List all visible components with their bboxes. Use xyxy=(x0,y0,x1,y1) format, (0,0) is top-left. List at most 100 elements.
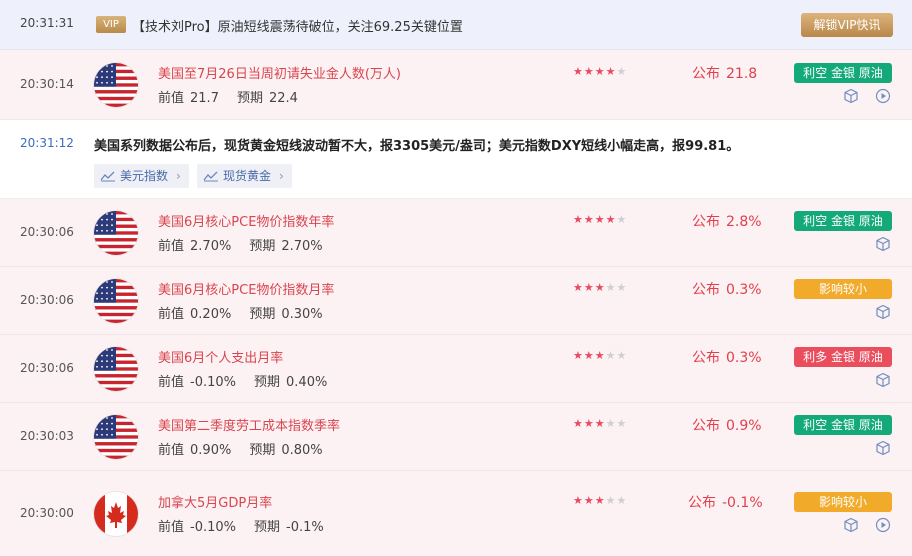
actual-number: 0.3% xyxy=(726,282,762,298)
chevron-right-icon: › xyxy=(279,169,284,183)
expected-label: 预期 xyxy=(236,91,263,106)
star-icon: ★ xyxy=(594,417,606,430)
star-icon: ★ xyxy=(573,65,584,78)
star-icon: ★ xyxy=(583,281,595,294)
data-time: 20:30:00 xyxy=(20,506,74,520)
star-icon: ★ xyxy=(583,349,595,362)
vip-flash-row[interactable]: 20:31:31 VIP 【技术刘Pro】原油短线震荡待破位，关注69.25关键… xyxy=(0,0,912,50)
previous-label: 前值 xyxy=(158,239,185,254)
indicator-title[interactable]: 美国至7月26日当周初请失业金人数(万人) xyxy=(158,63,401,82)
economic-data-row[interactable]: 20:30:14 美国至7月26日当周初请失业金人数(万人) 前值 21.7 预期 22.… xyxy=(0,50,912,120)
importance-stars: ★★★★★ xyxy=(573,281,627,294)
indicator-title[interactable]: 美国6月个人支出月率 xyxy=(158,347,283,366)
impact-badge: 影响较小 xyxy=(794,492,892,512)
data-time: 20:30:06 xyxy=(20,361,74,375)
previous-label: 前值 xyxy=(158,443,185,458)
actual-label: 公布 xyxy=(688,495,716,511)
trend-icon xyxy=(203,171,218,182)
actual-label: 公布 xyxy=(692,66,720,82)
star-icon: ★ xyxy=(616,417,628,430)
canada-flag xyxy=(94,492,138,536)
economic-data-row[interactable]: 20:30:00 加拿大5月GDP月率 前值 -0.10% 预期 -0.1% ★★★★★ 公布… xyxy=(0,471,912,556)
actual-value: 公布 0.9% xyxy=(692,415,762,435)
importance-stars: ★★★★★ xyxy=(573,65,627,78)
star-icon: ★ xyxy=(583,417,595,430)
star-icon: ★ xyxy=(594,213,606,226)
news-flash-row[interactable]: 20:31:12 美国系列数据公布后，现货黄金短线波动暂不大，报3305美元/盎… xyxy=(0,120,912,199)
us-flag xyxy=(94,63,138,107)
us-flag xyxy=(94,415,138,459)
expected-value: 22.4 xyxy=(268,91,298,106)
trend-icon xyxy=(100,171,115,182)
flash-time: 20:31:31 xyxy=(20,16,74,30)
actual-value: 公布 0.3% xyxy=(692,279,762,299)
actual-value: 公布 21.8 xyxy=(692,63,757,83)
previous-label: 前值 xyxy=(158,307,185,322)
star-icon: ★ xyxy=(616,281,628,294)
actual-number: -0.1% xyxy=(722,495,763,511)
actual-label: 公布 xyxy=(692,350,720,366)
actual-number: 2.8% xyxy=(726,214,762,230)
play-icon[interactable] xyxy=(875,88,891,104)
unlock-vip-button[interactable]: 解锁VIP快讯 xyxy=(801,13,893,37)
cube-icon[interactable] xyxy=(843,88,859,104)
star-icon: ★ xyxy=(583,494,595,507)
star-icon: ★ xyxy=(605,417,617,430)
cube-icon[interactable] xyxy=(875,236,891,252)
indicator-title[interactable]: 美国6月核心PCE物价指数年率 xyxy=(158,211,334,230)
data-time: 20:30:03 xyxy=(20,429,74,443)
economic-data-row[interactable]: 20:30:03 美国第二季度劳工成本指数季率 前值 0.90% 预期 0.80% ★★★★… xyxy=(0,403,912,471)
vip-flash-text[interactable]: 【技术刘Pro】原油短线震荡待破位，关注69.25关键位置 xyxy=(132,16,463,35)
expected-label: 预期 xyxy=(254,520,281,535)
star-icon: ★ xyxy=(616,494,628,507)
cube-icon[interactable] xyxy=(875,440,891,456)
us-flag xyxy=(94,347,138,391)
indicator-title[interactable]: 加拿大5月GDP月率 xyxy=(158,492,272,511)
us-flag xyxy=(94,279,138,323)
actual-value: 公布 2.8% xyxy=(692,211,762,231)
star-icon: ★ xyxy=(605,213,617,226)
previous-value: 21.7 xyxy=(190,91,219,106)
expected-value: -0.1% xyxy=(286,520,324,535)
flash-time: 20:31:12 xyxy=(20,136,74,150)
previous-value: 0.20% xyxy=(190,307,232,322)
cube-icon[interactable] xyxy=(843,517,859,533)
star-icon: ★ xyxy=(594,349,606,362)
importance-stars: ★★★★★ xyxy=(573,417,627,430)
indicator-values: 前值 -0.10% 预期 0.40% xyxy=(158,371,345,390)
cube-icon[interactable] xyxy=(875,372,891,388)
expected-label: 预期 xyxy=(249,239,276,254)
actual-number: 0.3% xyxy=(726,350,762,366)
star-icon: ★ xyxy=(605,281,617,294)
star-icon: ★ xyxy=(573,213,584,226)
us-flag xyxy=(94,211,138,255)
cube-icon[interactable] xyxy=(875,304,891,320)
actual-number: 21.8 xyxy=(726,66,758,82)
indicator-title[interactable]: 美国6月核心PCE物价指数月率 xyxy=(158,279,334,298)
vip-badge: VIP xyxy=(96,16,126,33)
star-icon: ★ xyxy=(573,417,584,430)
expected-value: 0.40% xyxy=(286,375,328,390)
chip-label: 美元指数 xyxy=(120,169,169,183)
previous-value: 0.90% xyxy=(190,443,232,458)
actual-label: 公布 xyxy=(692,214,720,230)
indicator-values: 前值 -0.10% 预期 -0.1% xyxy=(158,516,342,535)
expected-value: 0.80% xyxy=(281,443,323,458)
actual-value: 公布 -0.1% xyxy=(688,492,763,512)
economic-data-row[interactable]: 20:30:06 美国6月核心PCE物价指数月率 前值 0.20% 预期 0.30% ★★★… xyxy=(0,267,912,335)
play-icon[interactable] xyxy=(875,517,891,533)
actual-label: 公布 xyxy=(692,418,720,434)
related-chip-spot-gold[interactable]: 现货黄金 › xyxy=(197,164,292,188)
previous-label: 前值 xyxy=(158,91,185,106)
indicator-values: 前值 2.70% 预期 2.70% xyxy=(158,235,341,254)
star-icon: ★ xyxy=(573,349,584,362)
related-chip-usd-index[interactable]: 美元指数 › xyxy=(94,164,189,188)
star-icon: ★ xyxy=(616,65,628,78)
star-icon: ★ xyxy=(605,65,617,78)
economic-data-row[interactable]: 20:30:06 美国6月核心PCE物价指数年率 前值 2.70% 预期 2.70% ★★★… xyxy=(0,199,912,267)
star-icon: ★ xyxy=(594,281,606,294)
news-flash-text[interactable]: 美国系列数据公布后，现货黄金短线波动暂不大，报3305美元/盎司；美元指数DXY… xyxy=(94,135,739,154)
indicator-values: 前值 0.90% 预期 0.80% xyxy=(158,439,341,458)
indicator-title[interactable]: 美国第二季度劳工成本指数季率 xyxy=(158,415,340,434)
economic-data-row[interactable]: 20:30:06 美国6月个人支出月率 前值 -0.10% 预期 0.40% ★★★★★ 公布… xyxy=(0,335,912,403)
